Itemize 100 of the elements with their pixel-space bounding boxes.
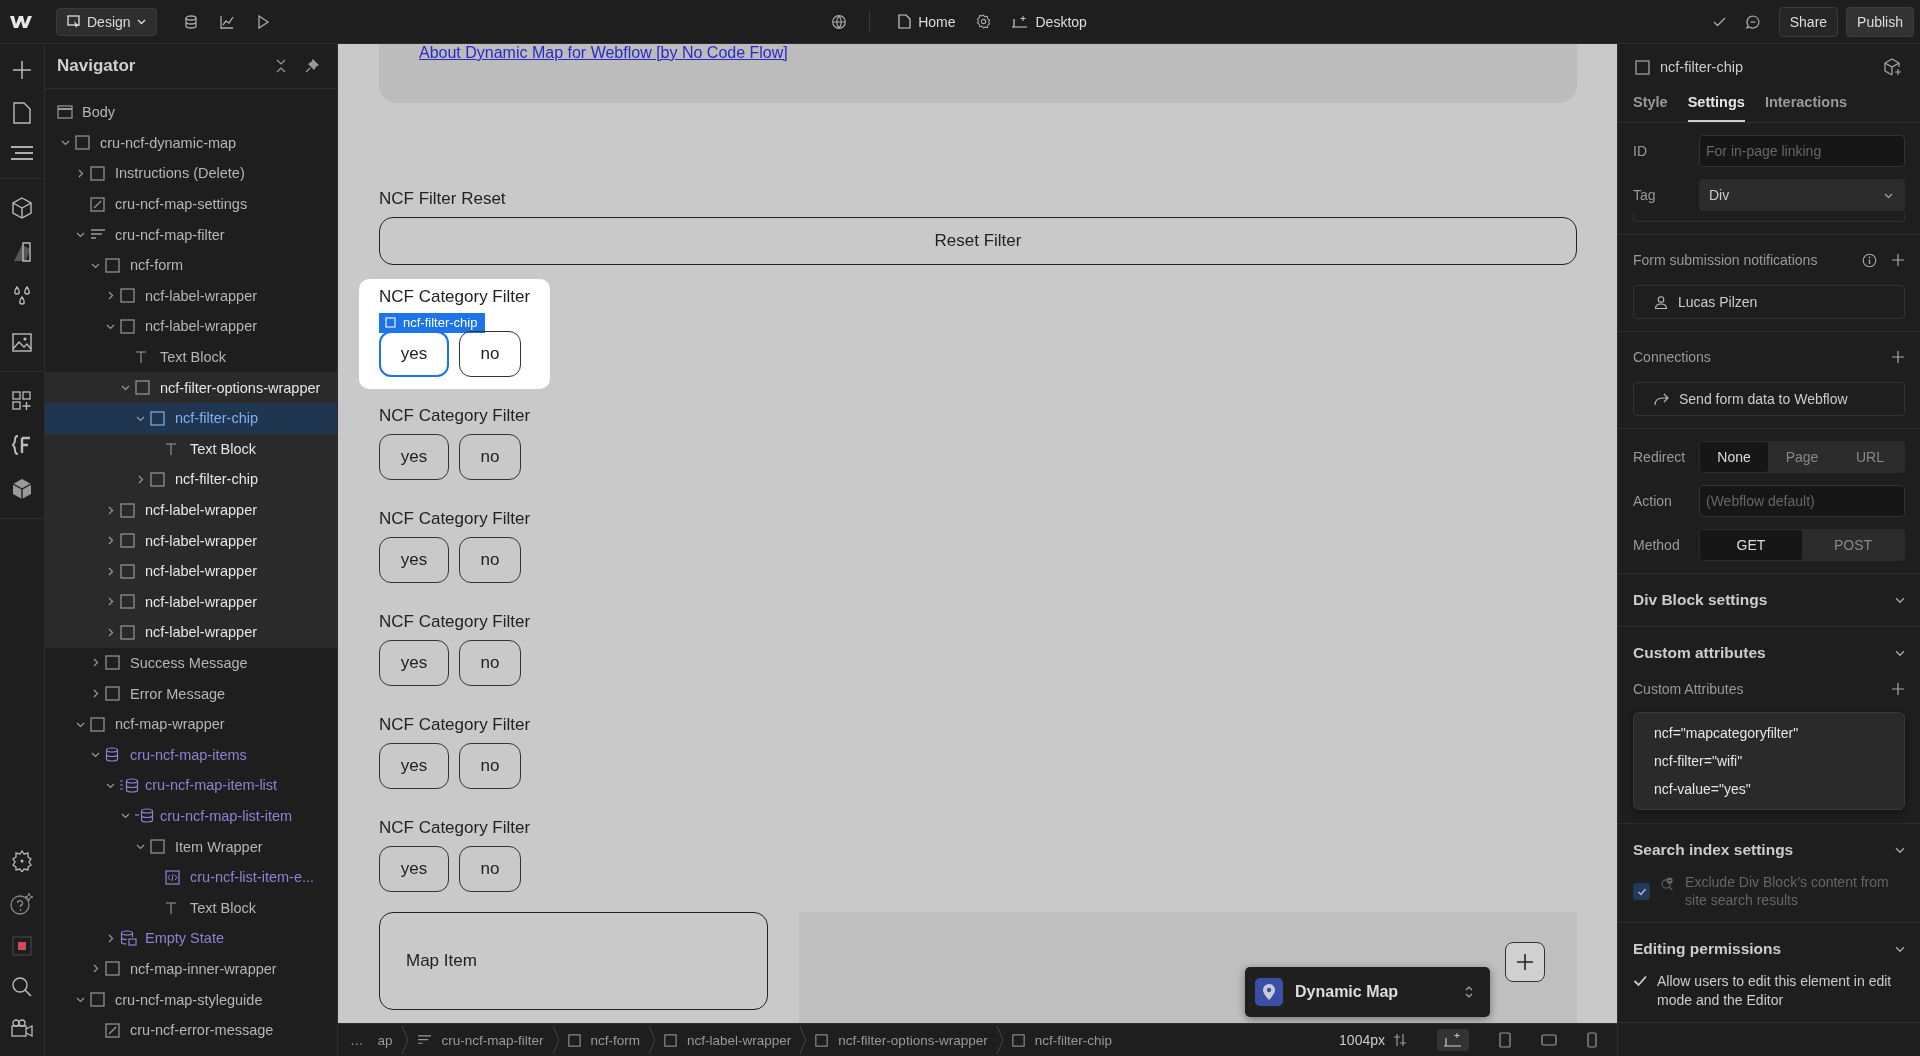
navigator-item[interactable]: cru-ncf-list-item-e... bbox=[45, 861, 337, 893]
navigator-item[interactable]: Body bbox=[45, 97, 337, 128]
filter-chip[interactable]: no bbox=[459, 743, 521, 789]
breadcrumb-item[interactable]: ncf-label-wrapper bbox=[664, 1032, 792, 1048]
gear-icon[interactable] bbox=[11, 850, 33, 872]
cube-plus-icon[interactable] bbox=[1884, 58, 1902, 76]
navigator-item[interactable]: cru-ncf-error-message bbox=[45, 1014, 337, 1046]
caret-down-icon[interactable] bbox=[61, 138, 70, 148]
logo-icon[interactable] bbox=[10, 14, 32, 29]
caret-right-icon[interactable] bbox=[106, 627, 115, 637]
filter-chip[interactable]: no bbox=[459, 537, 521, 583]
navigator-item[interactable]: cru-ncf-dynamic-map bbox=[45, 127, 337, 159]
caret-down-icon[interactable] bbox=[121, 811, 130, 821]
sliders-icon[interactable] bbox=[1393, 1033, 1407, 1047]
breadcrumb-item[interactable]: cru-ncf-map-filter bbox=[416, 1032, 544, 1048]
search-icon[interactable] bbox=[11, 976, 33, 998]
chart-icon[interactable] bbox=[218, 13, 235, 30]
filter-chip[interactable]: no bbox=[459, 434, 521, 480]
caret-down-icon[interactable] bbox=[136, 842, 145, 852]
navigator-item[interactable]: Instructions (Delete) bbox=[45, 158, 337, 189]
caret-right-icon[interactable] bbox=[106, 505, 115, 515]
breakpoint-selector[interactable]: Desktop bbox=[1004, 12, 1093, 31]
add-icon[interactable] bbox=[1891, 253, 1905, 267]
help-icon[interactable] bbox=[10, 892, 34, 916]
cube-icon[interactable] bbox=[11, 197, 33, 219]
image-icon[interactable] bbox=[11, 331, 33, 353]
navigator-icon[interactable] bbox=[11, 146, 33, 160]
navigator-item[interactable]: ncf-label-wrapper bbox=[45, 555, 337, 587]
breadcrumb-item[interactable]: ncf-filter-chip bbox=[1011, 1032, 1112, 1048]
navigator-item[interactable]: ncf-label-wrapper bbox=[45, 311, 337, 342]
navigator-item[interactable]: Text Block bbox=[45, 341, 337, 373]
info-icon[interactable] bbox=[1862, 252, 1877, 268]
notification-recipient[interactable]: Lucas Pilzen bbox=[1633, 285, 1905, 319]
chevron-down-icon[interactable] bbox=[1895, 648, 1905, 658]
attribute-item[interactable]: ncf="mapcategoryfilter" bbox=[1634, 719, 1904, 747]
filter-chip[interactable]: yes bbox=[379, 434, 449, 480]
caret-right-icon[interactable] bbox=[76, 169, 85, 178]
page-selector[interactable]: Home bbox=[892, 12, 962, 31]
filter-chip[interactable]: no bbox=[459, 640, 521, 686]
caret-right-icon[interactable] bbox=[106, 597, 115, 607]
navigator-item[interactable]: ncf-label-wrapper bbox=[45, 280, 337, 312]
navigator-item[interactable]: Item Wrapper bbox=[45, 831, 337, 862]
method-option[interactable]: POST bbox=[1802, 530, 1904, 560]
id-field[interactable]: For in-page linking bbox=[1699, 135, 1905, 167]
section-title[interactable]: Search index settings bbox=[1633, 841, 1794, 859]
navigator-item[interactable]: cru-ncf-map-list-item bbox=[45, 800, 337, 832]
redirect-option[interactable]: None bbox=[1700, 442, 1768, 472]
phone-icon[interactable] bbox=[1587, 1032, 1597, 1048]
apps-icon[interactable] bbox=[11, 390, 33, 412]
section-title[interactable]: Div Block settings bbox=[1633, 591, 1768, 609]
add-icon[interactable] bbox=[12, 60, 32, 80]
filter-chip[interactable]: no bbox=[459, 846, 521, 892]
navigator-item[interactable]: ncf-form bbox=[45, 249, 337, 281]
filter-chip[interactable]: no bbox=[459, 331, 521, 377]
settings-icon[interactable] bbox=[975, 14, 991, 29]
navigator-item[interactable]: ncf-label-wrapper bbox=[45, 617, 337, 648]
styles-icon[interactable] bbox=[11, 241, 33, 263]
action-field[interactable]: (Webflow default) bbox=[1699, 485, 1905, 517]
navigator-item[interactable]: ncf-map-inner-wrapper bbox=[45, 953, 337, 985]
caret-right-icon[interactable] bbox=[106, 933, 115, 943]
navigator-item[interactable]: cru-ncf-map-item-list bbox=[45, 770, 337, 801]
filter-chip[interactable]: yes bbox=[379, 743, 449, 789]
filter-chip[interactable]: yes bbox=[379, 846, 449, 892]
caret-down-icon[interactable] bbox=[76, 230, 85, 240]
zoom-in-button[interactable] bbox=[1505, 942, 1545, 982]
canvas-width[interactable]: 1004px bbox=[1339, 1032, 1385, 1048]
filter-chip[interactable]: yes bbox=[379, 331, 449, 377]
navigator-item[interactable]: Empty State bbox=[45, 923, 337, 954]
filter-chip[interactable]: yes bbox=[379, 640, 449, 686]
chevron-down-icon[interactable] bbox=[1895, 845, 1905, 855]
tablet-icon[interactable] bbox=[1499, 1032, 1511, 1048]
caret-down-icon[interactable] bbox=[76, 995, 85, 1004]
pin-icon[interactable] bbox=[305, 59, 319, 73]
method-option[interactable]: GET bbox=[1700, 530, 1802, 560]
breadcrumb-item[interactable]: ncf-filter-options-wrapper bbox=[815, 1032, 988, 1048]
publish-button[interactable]: Publish bbox=[1846, 6, 1914, 37]
chevron-down-icon[interactable] bbox=[1895, 944, 1905, 955]
video-camera-icon[interactable] bbox=[10, 1018, 34, 1038]
panel-tab[interactable]: Interactions bbox=[1764, 84, 1848, 122]
navigator-item[interactable]: ncf-map-wrapper bbox=[45, 708, 337, 740]
caret-right-icon[interactable] bbox=[106, 536, 115, 546]
redirect-option[interactable]: Page bbox=[1768, 442, 1836, 472]
chevron-down-icon[interactable] bbox=[1895, 595, 1905, 605]
navigator-item[interactable]: cru-ncf-map-items bbox=[45, 739, 337, 771]
navigator-item[interactable]: cru-ncf-map-filter bbox=[45, 219, 337, 250]
filter-chip[interactable]: yes bbox=[379, 537, 449, 583]
landscape-phone-icon[interactable] bbox=[1541, 1034, 1557, 1046]
mode-dropdown[interactable]: Design bbox=[56, 7, 157, 36]
navigator-item[interactable]: ncf-filter-options-wrapper bbox=[45, 372, 337, 403]
database-icon[interactable] bbox=[182, 13, 199, 30]
navigator-item[interactable]: cru-ncf-map-settings bbox=[45, 188, 337, 220]
tag-select[interactable]: Div bbox=[1699, 179, 1905, 211]
caret-right-icon[interactable] bbox=[106, 291, 115, 301]
caret-down-icon[interactable] bbox=[121, 383, 130, 393]
page-icon[interactable] bbox=[13, 102, 31, 124]
redirect-option[interactable]: URL bbox=[1836, 442, 1904, 472]
navigator-item[interactable]: Error Message bbox=[45, 678, 337, 709]
cube-icon[interactable] bbox=[11, 478, 33, 500]
breadcrumb-item[interactable]: ap bbox=[377, 1032, 393, 1048]
caret-down-icon[interactable] bbox=[91, 750, 100, 760]
